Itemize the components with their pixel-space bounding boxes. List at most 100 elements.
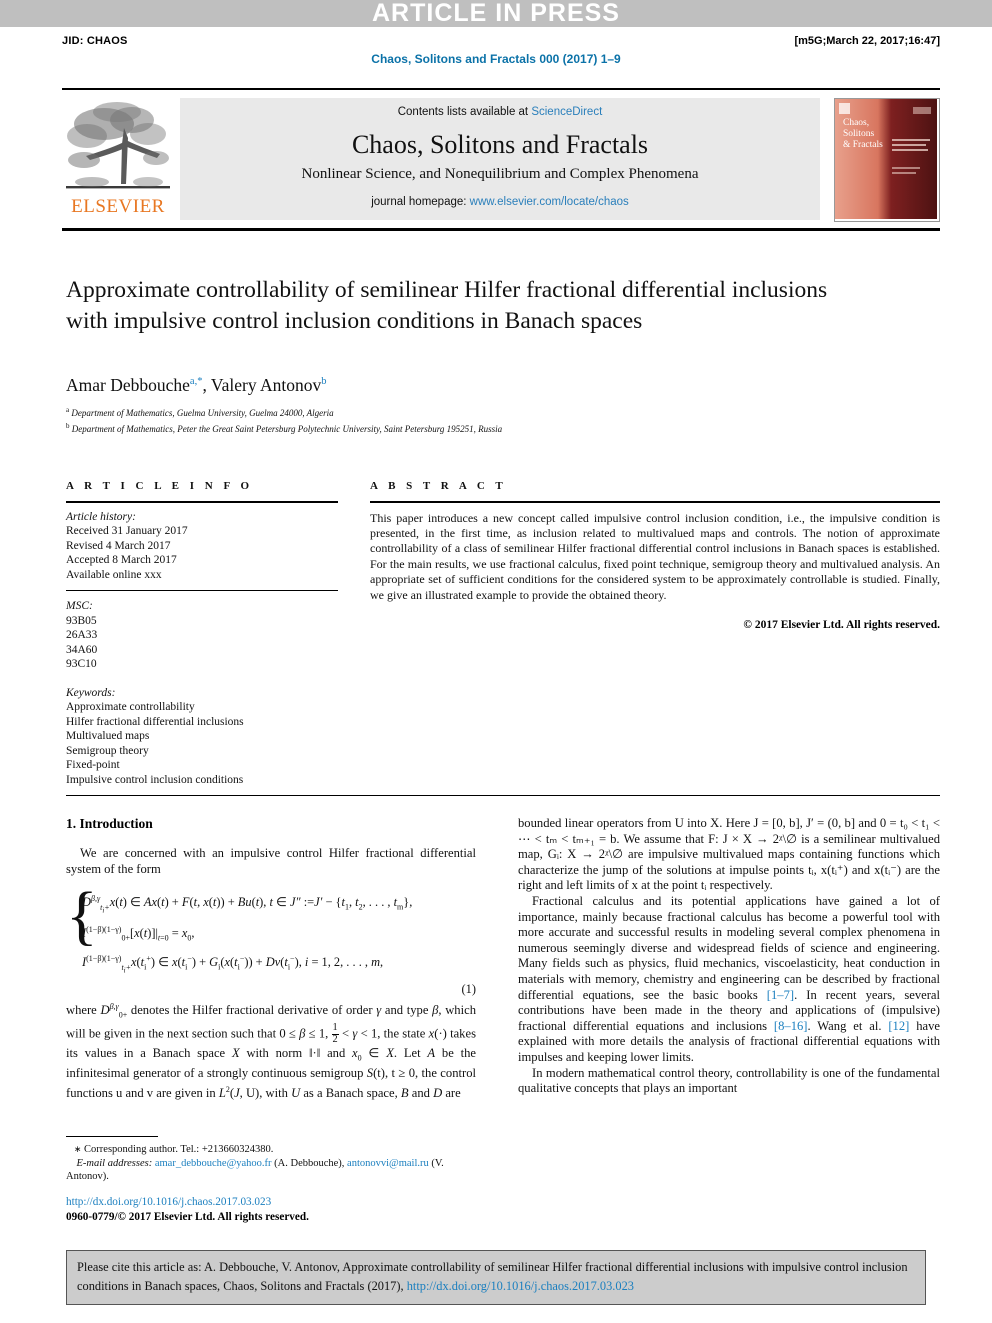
journal-reference: Chaos, Solitons and Fractals 000 (2017) … xyxy=(371,52,621,66)
history-item: Revised 4 March 2017 xyxy=(66,539,171,552)
issn-copyright-line: 0960-0779/© 2017 Elsevier Ltd. All right… xyxy=(66,1211,309,1223)
msc-item: 26A33 xyxy=(66,629,98,641)
author-list: Amar Debbouchea,*, Valery Antonovb xyxy=(66,375,327,395)
elsevier-wordmark: ELSEVIER xyxy=(71,196,165,217)
copyright-line: © 2017 Elsevier Ltd. All rights reserved… xyxy=(743,618,940,631)
rp2-seg-c: . Wang et al. xyxy=(807,1018,889,1033)
equation-number: (1) xyxy=(461,982,476,997)
right-paragraph-1: bounded linear operators from U into X. … xyxy=(518,816,940,893)
p2-seg-q: are xyxy=(442,1085,461,1100)
author-1-affiliation-marker[interactable]: a,* xyxy=(190,376,203,387)
p2-seg-j: ∈ xyxy=(361,1045,387,1060)
section-title-introduction: 1. Introduction xyxy=(66,816,153,831)
author-name-1: Amar Debbouche xyxy=(66,375,190,395)
right-paragraph-3: In modern mathematical control theory, c… xyxy=(518,1065,940,1096)
keyword-item: Hilfer fractional differential inclusion… xyxy=(66,715,244,728)
homepage-prefix: journal homepage: xyxy=(371,196,470,208)
citation-ref-12[interactable]: [12] xyxy=(888,1019,909,1033)
p2-seg-p: and xyxy=(408,1085,434,1100)
keyword-item: Semigroup theory xyxy=(66,744,149,757)
equation-brace: { xyxy=(66,879,98,953)
cover-title-line1: Chaos, xyxy=(843,118,869,128)
keyword-item: Fixed-point xyxy=(66,759,120,771)
email-link-2[interactable]: antonovvi@mail.ru xyxy=(347,1158,429,1169)
email-label: E-mail addresses: xyxy=(76,1157,153,1169)
keywords-label: Keywords: xyxy=(66,686,116,699)
citation-ref-1-7[interactable]: [1–7] xyxy=(767,988,794,1002)
keyword-item: Impulsive control inclusion conditions xyxy=(66,773,244,786)
sciencedirect-link[interactable]: ScienceDirect xyxy=(531,106,602,118)
msc-item: 34A60 xyxy=(66,643,98,656)
article-in-press-label: ARTICLE IN PRESS xyxy=(372,0,620,27)
p2-seg-i: with norm ‖·‖ and xyxy=(239,1045,353,1060)
keyword-item: Multivalued maps xyxy=(66,730,150,742)
corresponding-author-text: Corresponding author. Tel.: +21366032438… xyxy=(84,1144,274,1155)
equation-1: { Dβ,γti+x(t) ∈ Ax(t) + F(t, x(t)) + Bu(… xyxy=(66,883,476,997)
doi-link[interactable]: http://dx.doi.org/10.1016/j.chaos.2017.0… xyxy=(66,1195,309,1210)
cover-title-line3: & Fractals xyxy=(843,140,883,150)
footnote-rule xyxy=(66,1136,158,1137)
elsevier-tree-icon xyxy=(66,102,170,189)
p2-seg-n: , U), with xyxy=(239,1085,292,1100)
masthead-rule-bottom xyxy=(62,228,940,231)
p2-seg-c: and type xyxy=(381,1003,433,1018)
history-item: Accepted 8 March 2017 xyxy=(66,554,177,566)
msc-label: MSC: xyxy=(66,600,93,612)
keyword-item: Approximate controllability xyxy=(66,701,195,713)
article-history-block: Article history: Received 31 January 201… xyxy=(66,503,338,583)
equation-line-2: I(1−β)(1−γ)0+[x(t)]|t=0 = x0, xyxy=(82,925,195,943)
masthead-rule-top xyxy=(62,88,940,90)
p2-seg-e: ≤ 1, xyxy=(305,1026,332,1041)
author-2-affiliation-marker[interactable]: b xyxy=(321,376,326,387)
elsevier-logo: ELSEVIER xyxy=(62,98,174,220)
cover-title-line2: Solitons xyxy=(843,129,874,139)
journal-cover-image: Chaos, Solitons & Fractals xyxy=(835,99,937,219)
body-divider-rule xyxy=(66,795,940,796)
p2-seg-b: denotes the Hilfer fractional derivative… xyxy=(127,1003,377,1018)
please-cite-doi-link[interactable]: http://dx.doi.org/10.1016/j.chaos.2017.0… xyxy=(407,1279,634,1293)
body-right-column: bounded linear operators from U into X. … xyxy=(518,816,940,1097)
corresponding-author-note: ∗ Corresponding author. Tel.: +213660324… xyxy=(73,1144,274,1155)
typesetter-stamp: [m5G;March 22, 2017;16:47] xyxy=(794,35,940,47)
email-addresses-note: E-mail addresses: amar_debbouche@yahoo.f… xyxy=(66,1157,486,1184)
article-in-press-banner: ARTICLE IN PRESS xyxy=(0,0,992,27)
doi-block: http://dx.doi.org/10.1016/j.chaos.2017.0… xyxy=(66,1195,309,1225)
p2-seg-o: as a Banach space, xyxy=(300,1085,401,1100)
p2-seg-g: < 1, the state xyxy=(357,1026,429,1041)
article-info-heading: A R T I C L E I N F O xyxy=(66,480,254,492)
footnote-block: ∗ Corresponding author. Tel.: +213660324… xyxy=(66,1136,486,1184)
msc-item: 93B05 xyxy=(66,614,97,627)
citation-ref-8-16[interactable]: [8–16] xyxy=(774,1019,808,1033)
equation-lines: Dβ,γti+x(t) ∈ Ax(t) + F(t, x(t)) + Bu(t)… xyxy=(82,889,476,980)
affiliation-b-text: Department of Mathematics, Peter the Gre… xyxy=(71,423,503,434)
journal-title: Chaos, Solitons and Fractals xyxy=(351,130,649,159)
author-name-2: Valery Antonov xyxy=(210,375,322,395)
paper-page: ARTICLE IN PRESS JID: CHAOS [m5G;March 2… xyxy=(0,0,992,1323)
email-owner-1: (A. Debbouche), xyxy=(274,1157,345,1169)
equation-line-3: I(1−β)(1−γ)ti+x(ti+) ∈ x(ti−) + Gi(x(ti−… xyxy=(82,953,384,975)
body-left-column: 1. Introduction We are concerned with an… xyxy=(66,816,476,1101)
journal-homepage-link[interactable]: www.elsevier.com/locate/chaos xyxy=(470,196,629,208)
p2-seg-k: . Let xyxy=(393,1045,428,1060)
masthead: ELSEVIER Contents lists available at Sci… xyxy=(62,96,940,222)
abstract-column: A B S T R A C T This paper introduces a … xyxy=(370,480,940,631)
equation-line-1: Dβ,γti+x(t) ∈ Ax(t) + F(t, x(t)) + Bu(t)… xyxy=(82,894,413,915)
rp2-seg-a: Fractional calculus and its potential ap… xyxy=(518,893,940,1002)
contents-available-line: Contents lists available at ScienceDirec… xyxy=(180,106,820,118)
page-title: Approximate controllability of semilinea… xyxy=(66,277,828,334)
article-history-label: Article history: xyxy=(66,510,136,523)
article-info-column: A R T I C L E I N F O Article history: R… xyxy=(66,480,338,787)
history-item: Available online xxx xyxy=(66,568,162,581)
history-item: Received 31 January 2017 xyxy=(66,525,188,537)
journal-subtitle: Nonlinear Science, and Nonequilibrium an… xyxy=(301,166,699,182)
affiliation-a: a Department of Mathematics, Guelma Univ… xyxy=(66,406,334,418)
intro-paragraph-1: We are concerned with an impulsive contr… xyxy=(66,846,476,876)
journal-homepage-line: journal homepage: www.elsevier.com/locat… xyxy=(180,196,820,208)
p2-seg-f: < xyxy=(338,1026,353,1041)
abstract-heading: A B S T R A C T xyxy=(370,480,507,492)
jid-label: JID: CHAOS xyxy=(62,35,128,47)
journal-cover-thumbnail: Chaos, Solitons & Fractals xyxy=(834,98,940,222)
affiliation-a-text: Department of Mathematics, Guelma Univer… xyxy=(71,408,334,418)
email-link-1[interactable]: amar_debbouche@yahoo.fr xyxy=(155,1158,272,1169)
right-paragraph-2: Fractional calculus and its potential ap… xyxy=(518,894,940,1066)
